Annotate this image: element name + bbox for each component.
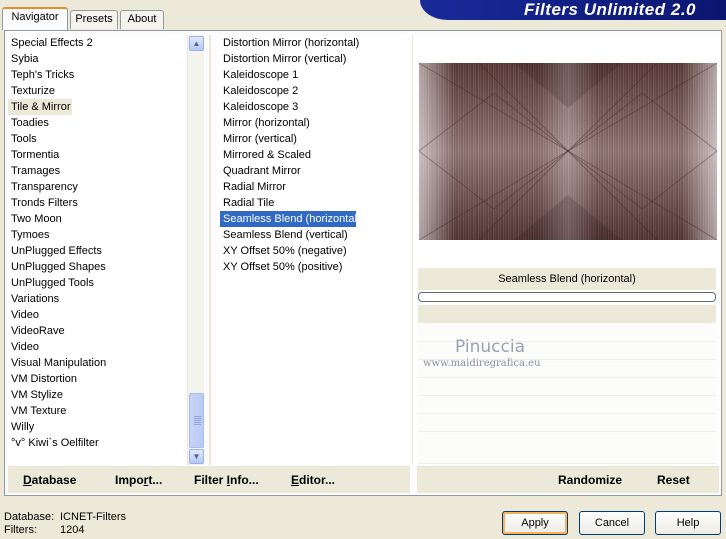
chevron-up-icon[interactable]: ▲ — [189, 36, 204, 51]
filter-item[interactable]: Distortion Mirror (vertical) — [216, 51, 410, 67]
preview-pane: Seamless Blend (horizontal) — [412, 35, 720, 465]
tab-presets[interactable]: Presets — [70, 10, 118, 29]
left-toolbar: Database Import... Filter Info... Editor… — [8, 466, 410, 493]
category-item[interactable]: UnPlugged Tools — [8, 275, 184, 291]
category-item[interactable]: Video — [8, 307, 184, 323]
category-scrollbar[interactable]: ▲ ▼ — [187, 35, 204, 465]
status-database-label: Database: — [4, 511, 55, 523]
filter-item[interactable]: Radial Tile — [216, 195, 410, 211]
help-button[interactable]: Help — [655, 511, 721, 535]
filter-info-button[interactable]: Filter Info... — [194, 472, 259, 488]
category-item[interactable]: Tramages — [8, 163, 184, 179]
tab-about[interactable]: About — [120, 10, 164, 29]
progress-bar — [418, 292, 716, 302]
chevron-down-icon[interactable]: ▼ — [189, 449, 204, 464]
filter-item[interactable]: Seamless Blend (horizontal) — [220, 211, 361, 227]
category-item[interactable]: Texturize — [8, 83, 184, 99]
right-toolbar: Randomize Reset — [417, 466, 719, 493]
category-item[interactable]: VM Texture — [8, 403, 184, 419]
filter-item[interactable]: Kaleidoscope 3 — [216, 99, 410, 115]
filter-item[interactable]: XY Offset 50% (negative) — [216, 243, 410, 259]
filter-item[interactable]: Radial Mirror — [216, 179, 410, 195]
category-item[interactable]: VideoRave — [8, 323, 184, 339]
database-button[interactable]: Database — [23, 472, 76, 488]
category-list[interactable]: Special Effects 2 Sybia Teph's Tricks Textu… — [8, 35, 184, 465]
filter-item[interactable]: Seamless Blend (vertical) — [216, 227, 410, 243]
filter-item[interactable]: XY Offset 50% (positive) — [216, 259, 410, 275]
filter-item[interactable]: Distortion Mirror (horizontal) — [216, 35, 410, 51]
category-item[interactable]: UnPlugged Shapes — [8, 259, 184, 275]
status-filters-value: 1204 — [60, 524, 85, 536]
category-item[interactable]: Tile & Mirror — [8, 99, 72, 115]
category-item[interactable]: VM Stylize — [8, 387, 184, 403]
parameter-area — [418, 305, 716, 323]
category-item[interactable]: Tronds Filters — [8, 195, 184, 211]
parameter-row — [418, 379, 716, 396]
tab-navigator[interactable]: Navigator — [2, 7, 68, 30]
category-item[interactable]: Willy — [8, 419, 184, 435]
preview-image — [419, 63, 717, 240]
category-item[interactable]: VM Distortion — [8, 371, 184, 387]
app-title: Filters Unlimited 2.0 — [523, 0, 696, 19]
status-database-value: ICNET-Filters — [60, 511, 126, 523]
filter-item[interactable]: Quadrant Mirror — [216, 163, 410, 179]
filter-item[interactable]: Mirror (vertical) — [216, 131, 410, 147]
selected-filter-name: Seamless Blend (horizontal) — [418, 268, 716, 290]
filter-item[interactable]: Mirror (horizontal) — [216, 115, 410, 131]
category-item[interactable]: UnPlugged Effects — [8, 243, 184, 259]
kaleidoscope-pattern — [419, 63, 717, 240]
category-item[interactable]: Video — [8, 339, 184, 355]
category-item[interactable]: Special Effects 2 — [8, 35, 184, 51]
import-button[interactable]: Import... — [115, 472, 162, 488]
list-divider — [209, 35, 211, 465]
category-item[interactable]: Tools — [8, 131, 184, 147]
watermark-url: www.maidiregrafica.eu — [423, 358, 541, 369]
category-item[interactable]: Sybia — [8, 51, 184, 67]
filter-item[interactable]: Kaleidoscope 2 — [216, 83, 410, 99]
cancel-button[interactable]: Cancel — [579, 511, 645, 535]
parameter-row — [418, 447, 716, 464]
filter-item[interactable]: Kaleidoscope 1 — [216, 67, 410, 83]
apply-button[interactable]: Apply — [502, 511, 568, 535]
category-item[interactable]: Teph's Tricks — [8, 67, 184, 83]
editor-button[interactable]: Editor... — [291, 472, 335, 488]
parameter-row — [418, 415, 716, 432]
status-filters-label: Filters: — [4, 524, 37, 536]
watermark-name: Pinuccia — [455, 337, 525, 357]
category-item[interactable]: Transparency — [8, 179, 184, 195]
category-item[interactable]: Variations — [8, 291, 184, 307]
reset-button[interactable]: Reset — [657, 472, 690, 488]
randomize-button[interactable]: Randomize — [558, 472, 622, 488]
category-item[interactable]: °v° Kiwi`s Oelfilter — [8, 435, 184, 451]
filter-item[interactable]: Mirrored & Scaled — [216, 147, 410, 163]
grip-icon — [194, 416, 201, 425]
title-banner: Filters Unlimited 2.0 — [420, 0, 726, 20]
scrollbar-thumb[interactable] — [189, 393, 204, 448]
category-item[interactable]: Tymoes — [8, 227, 184, 243]
category-item[interactable]: Tormentia — [8, 147, 184, 163]
category-item[interactable]: Visual Manipulation — [8, 355, 184, 371]
filter-list[interactable]: Distortion Mirror (horizontal) Distortion… — [216, 35, 410, 465]
tab-strip: Navigator Presets About — [0, 0, 420, 30]
category-item[interactable]: Toadies — [8, 115, 184, 131]
category-item[interactable]: Two Moon — [8, 211, 184, 227]
parameter-row — [418, 397, 716, 414]
